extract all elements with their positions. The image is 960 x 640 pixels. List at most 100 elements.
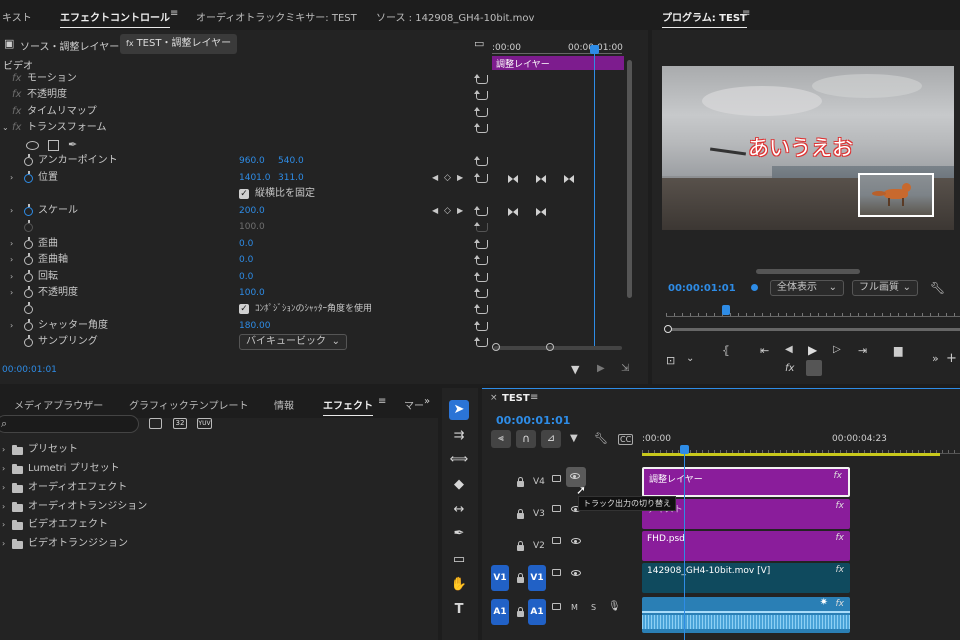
sampling-dropdown[interactable]: バイキュービック ⌄ xyxy=(239,334,347,350)
checkbox-checked[interactable]: ✓ xyxy=(239,304,249,314)
vertical-scrollbar[interactable] xyxy=(627,60,632,298)
step-forward-icon[interactable]: ▷ xyxy=(833,344,841,355)
snap-button[interactable]: ∩ xyxy=(516,430,536,448)
zoom-dropdown[interactable]: 全体表示 ⌄ xyxy=(770,280,844,296)
keyframe-icon[interactable] xyxy=(508,175,518,183)
chevron-right-icon[interactable]: › xyxy=(10,318,13,334)
ellipse-mask-icon[interactable] xyxy=(26,141,39,150)
property-row[interactable]: › 不透明度 100.0 xyxy=(0,285,490,301)
property-row[interactable]: › シャッター角度 180.00 xyxy=(0,318,490,334)
property-value[interactable]: 180.00 xyxy=(239,318,271,334)
property-value-y[interactable]: 311.0 xyxy=(278,170,304,186)
chevron-right-icon[interactable]: › xyxy=(10,236,13,252)
keyframe-icon[interactable] xyxy=(536,175,546,183)
linked-selection-button[interactable]: ⊿ xyxy=(541,430,561,448)
overlay-text[interactable]: あいうえお xyxy=(748,132,853,162)
rectangle-mask-icon[interactable] xyxy=(48,140,59,151)
export-frame-icon[interactable]: ▆ xyxy=(894,344,902,357)
timeline-settings-icon[interactable]: 🔧︎ xyxy=(594,432,608,445)
stopwatch-active-icon[interactable] xyxy=(24,204,33,216)
sync-lock-icon[interactable] xyxy=(552,537,561,544)
chevron-right-icon[interactable]: › xyxy=(2,442,5,458)
property-row[interactable]: ✓ ｺﾝﾎﾟｼﾞｼｮﾝのｼｬｯﾀｰ角度を使用 xyxy=(0,301,490,317)
source-patch-a1[interactable]: A1 xyxy=(491,599,509,625)
chevron-down-icon[interactable]: ⌄ xyxy=(686,353,694,364)
property-value[interactable]: 0.0 xyxy=(239,252,253,268)
play-audio-icon[interactable]: ▶︎ xyxy=(597,363,605,374)
tab-effects[interactable]: エフェクト xyxy=(323,397,373,416)
stopwatch-icon[interactable] xyxy=(24,270,33,282)
add-marker-icon[interactable]: ⊡ xyxy=(666,354,675,367)
go-to-out-icon[interactable]: ⇥ xyxy=(858,344,867,357)
lock-icon[interactable] xyxy=(517,509,524,519)
panel-menu-icon[interactable]: ≡ xyxy=(378,396,386,407)
keyframe-icon[interactable] xyxy=(508,208,518,216)
tree-item[interactable]: › プリセット xyxy=(0,442,300,458)
more-icon[interactable]: » xyxy=(932,352,939,365)
zoom-handle-left[interactable] xyxy=(664,325,672,333)
reset-icon[interactable] xyxy=(474,173,488,183)
more-tabs-icon[interactable]: » xyxy=(424,396,430,407)
lock-icon[interactable] xyxy=(517,477,524,487)
zoom-scrollbar[interactable] xyxy=(494,346,622,350)
panel-menu-icon[interactable]: ≡ xyxy=(530,392,538,403)
mark-in-icon[interactable]: ⦃ xyxy=(722,344,730,357)
property-row[interactable]: ✓ 縦横比を固定 xyxy=(0,186,490,202)
property-row[interactable]: › スケール 200.0 ◀ ◇ ▶ xyxy=(0,203,490,219)
microphone-icon[interactable]: 🎙︎ xyxy=(608,601,621,612)
playhead-handle[interactable] xyxy=(590,45,599,54)
property-row[interactable]: アンカーポイント 960.0 540.0 xyxy=(0,153,490,169)
pen-tool-icon[interactable]: ✒ xyxy=(449,524,469,544)
property-value-x[interactable]: 960.0 xyxy=(239,153,265,169)
chevron-right-icon[interactable]: › xyxy=(10,285,13,301)
reset-icon[interactable] xyxy=(474,321,488,331)
type-tool-icon[interactable]: T xyxy=(449,600,469,620)
eye-icon[interactable] xyxy=(571,538,581,544)
captions-icon[interactable]: CC xyxy=(618,434,634,445)
step-back-icon[interactable]: ◀︎ xyxy=(785,344,793,355)
stopwatch-icon[interactable] xyxy=(24,319,33,331)
program-zoom-bar[interactable] xyxy=(668,328,960,331)
tree-item[interactable]: › オーディオトランジション xyxy=(0,499,300,515)
property-row[interactable]: › 位置 1401.0 311.0 ◀ ◇ ▶ xyxy=(0,170,490,186)
chevron-right-icon[interactable]: › xyxy=(10,203,13,219)
rectangle-tool-icon[interactable]: ▭ xyxy=(449,550,469,570)
ripple-edit-tool-icon[interactable]: ⟺ xyxy=(449,450,469,470)
solo-button[interactable]: S xyxy=(591,603,596,612)
checkbox-checked[interactable]: ✓ xyxy=(239,189,249,199)
add-keyframe-icon[interactable]: ◇ xyxy=(444,170,451,186)
stopwatch-icon[interactable] xyxy=(24,302,33,314)
reset-icon[interactable] xyxy=(474,123,488,133)
reset-icon[interactable] xyxy=(474,272,488,282)
wrench-icon[interactable]: 🔧︎ xyxy=(930,281,945,295)
play-icon[interactable]: ▶︎ xyxy=(808,343,817,357)
go-to-in-icon[interactable]: ⇤ xyxy=(760,344,769,357)
lock-icon[interactable] xyxy=(517,573,524,583)
clip-bar[interactable]: 調整レイヤー xyxy=(492,56,624,70)
tab-graphic-templates[interactable]: グラフィックテンプレート xyxy=(129,397,249,412)
prev-keyframe-icon[interactable]: ◀ xyxy=(432,170,438,186)
tab-source[interactable]: ソース : 142908_GH4-10bit.mov xyxy=(376,9,534,24)
comparison-view-icon[interactable] xyxy=(806,360,822,376)
keyframe-icon[interactable] xyxy=(564,175,574,183)
razor-tool-icon[interactable]: ◆ xyxy=(449,475,469,495)
clip-video-mov[interactable]: 142908_GH4-10bit.mov [V] fx xyxy=(642,563,850,593)
reset-icon[interactable] xyxy=(474,107,488,117)
tree-item[interactable]: › Lumetri プリセット xyxy=(0,461,300,477)
effects-search-input[interactable]: ⌕ xyxy=(0,415,139,433)
tab-info[interactable]: 情報 xyxy=(274,397,294,412)
program-ruler[interactable] xyxy=(666,305,960,317)
fx-toggle-icon[interactable]: fx xyxy=(785,363,794,374)
reset-icon[interactable] xyxy=(474,90,488,100)
chevron-right-icon[interactable]: › xyxy=(2,499,5,515)
next-keyframe-icon[interactable]: ▶ xyxy=(457,170,463,186)
reset-icon[interactable] xyxy=(474,156,488,166)
property-value-x[interactable]: 1401.0 xyxy=(239,170,271,186)
sync-lock-icon[interactable] xyxy=(552,603,561,610)
add-marker-icon[interactable]: ▼ xyxy=(570,433,578,444)
stopwatch-icon[interactable] xyxy=(24,237,33,249)
stopwatch-icon[interactable] xyxy=(24,335,33,347)
lock-icon[interactable] xyxy=(517,541,524,551)
zoom-handle-left[interactable] xyxy=(492,343,500,351)
chevron-right-icon[interactable]: › xyxy=(2,461,5,477)
